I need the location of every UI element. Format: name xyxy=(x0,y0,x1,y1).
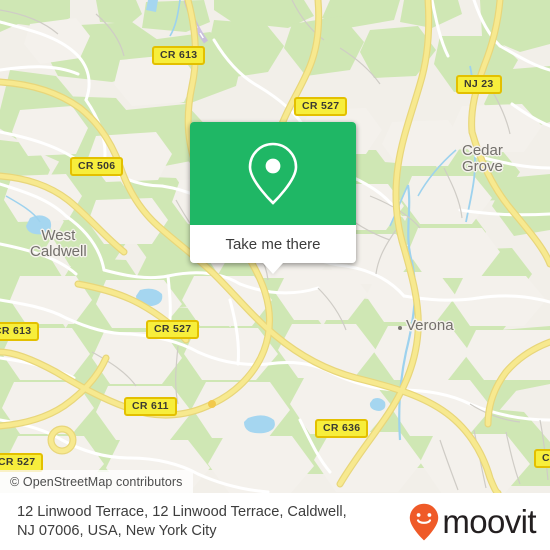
address-title: 12 Linwood Terrace, 12 Linwood Terrace, … xyxy=(17,503,347,541)
footer-bar: 12 Linwood Terrace, 12 Linwood Terrace, … xyxy=(0,493,550,550)
popup-tail xyxy=(263,263,283,274)
road-shield-cr506: CR 506 xyxy=(70,157,124,176)
map-screenshot: CR 613 NJ 23 CR 527 CR 506 CR 613 CR 527… xyxy=(0,0,550,550)
road-shield-nj23: NJ 23 xyxy=(456,75,502,94)
address-line-1: 12 Linwood Terrace, 12 Linwood Terrace, … xyxy=(17,503,347,520)
place-label-cedar-grove: Cedar Grove xyxy=(462,143,503,175)
junction-marker xyxy=(208,400,216,408)
place-marker-dot xyxy=(398,326,402,330)
moovit-pin-smiley-icon xyxy=(410,503,439,540)
road-shield-cr613-west: CR 613 xyxy=(0,322,40,341)
road-shield-cr611: CR 611 xyxy=(124,397,177,416)
road-shield-cr613-north: CR 613 xyxy=(152,46,206,65)
road-shield-cr636: CR 636 xyxy=(315,419,369,438)
road-shield-cr527-mid: CR 527 xyxy=(146,320,200,339)
road-shield-cr527-north: CR 527 xyxy=(294,97,348,116)
attribution-text: © OpenStreetMap contributors xyxy=(10,474,183,489)
place-label-line: Verona xyxy=(406,317,454,334)
take-me-there-label: Take me there xyxy=(225,235,321,253)
moovit-brand[interactable]: moovit xyxy=(409,503,537,541)
place-label-verona: Verona xyxy=(406,318,454,334)
place-label-line: Grove xyxy=(462,158,503,175)
road-shield-cr-east: CR xyxy=(534,449,550,468)
place-label-line: Caldwell xyxy=(30,243,87,260)
moovit-wordmark: moovit xyxy=(442,503,536,540)
take-me-there-button[interactable]: Take me there xyxy=(190,225,356,274)
place-label-line: West xyxy=(41,227,76,244)
address-line-2: NJ 07006, USA, New York City xyxy=(17,522,217,539)
location-popup[interactable]: Take me there xyxy=(190,122,356,274)
map-pin-icon xyxy=(248,142,298,205)
map-attribution[interactable]: © OpenStreetMap contributors xyxy=(0,470,193,493)
place-label-west-caldwell: West Caldwell xyxy=(30,228,87,260)
place-label-line: Cedar xyxy=(462,142,503,159)
popup-header xyxy=(190,122,356,225)
map-canvas[interactable]: CR 613 NJ 23 CR 527 CR 506 CR 613 CR 527… xyxy=(0,0,550,493)
